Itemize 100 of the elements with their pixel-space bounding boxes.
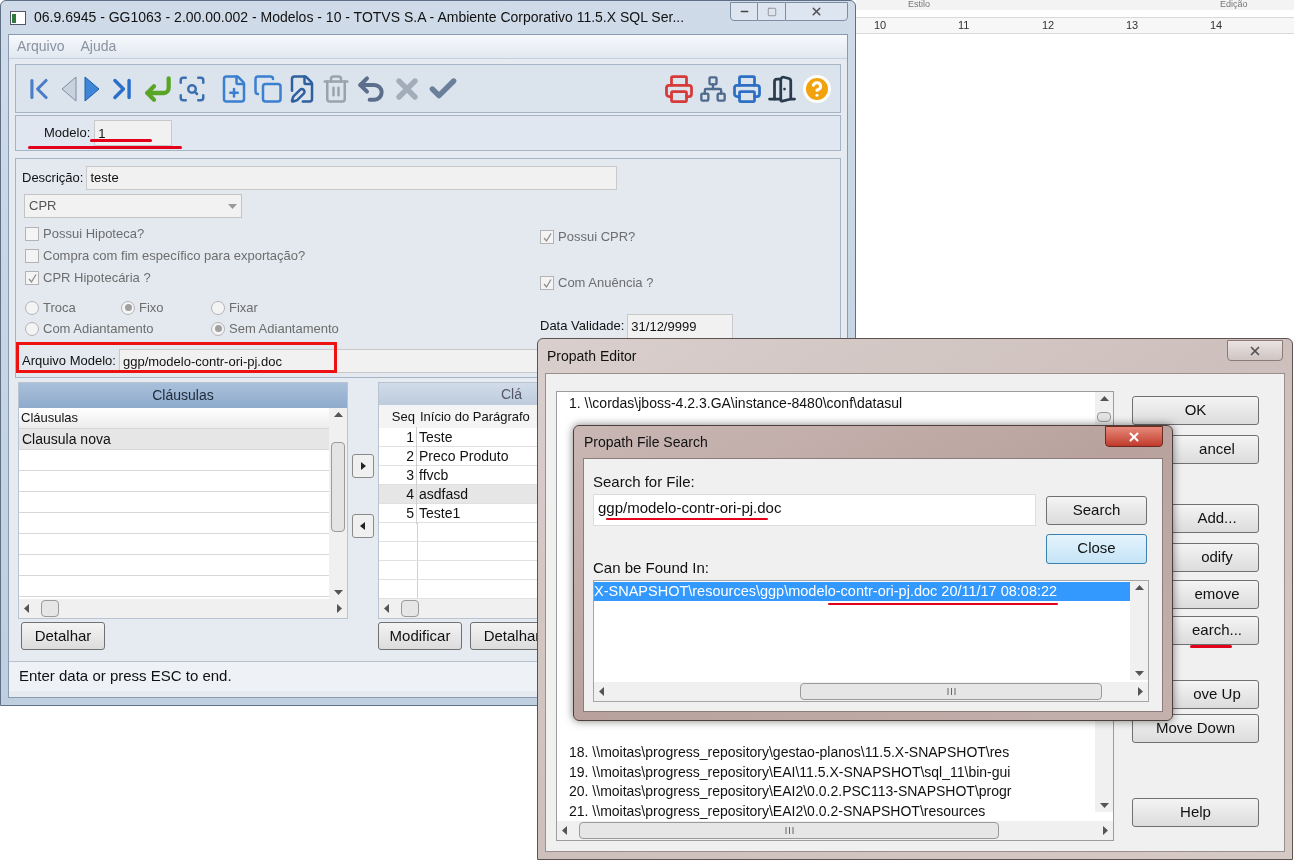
exit-door-icon[interactable] [767, 73, 797, 104]
ribbon-group-label: Edição [1220, 0, 1248, 9]
table-cell-text: ffvcb [418, 465, 449, 485]
horizontal-scrollbar[interactable] [19, 599, 347, 618]
button[interactable]: Modificar [378, 622, 462, 650]
checkbox[interactable] [25, 227, 39, 241]
horizontal-scrollbar[interactable] [594, 682, 1148, 701]
vertical-scrollbar[interactable] [1130, 581, 1148, 680]
checkbox[interactable] [25, 271, 39, 285]
grip-icon [784, 827, 794, 834]
move-right-button[interactable] [352, 454, 374, 478]
column-header: Cláusulas [19, 408, 329, 429]
help-icon[interactable] [802, 73, 832, 104]
status-text: Enter data or press ESC to end. [19, 666, 232, 687]
field-label: Descrição: [22, 168, 84, 187]
checkmark-icon [541, 231, 553, 243]
radio-button[interactable] [25, 321, 39, 336]
type-select[interactable]: CPR [24, 194, 242, 218]
radio-button[interactable] [121, 300, 135, 315]
ruler-number: 14 [1210, 18, 1224, 34]
table-cell-text: Preco Produto [418, 446, 509, 466]
app-icon [10, 10, 26, 25]
previous-icon[interactable] [59, 73, 79, 104]
checkbox-label: Possui Hipoteca? [43, 225, 145, 244]
list-item[interactable]: 21. \\moitas\progress_repository\EAI2\0.0.2-SNAPSHOT\resources [557, 801, 1095, 821]
column-header: Seq [390, 407, 416, 426]
printer-icon[interactable] [664, 73, 694, 104]
tree-icon[interactable] [699, 74, 727, 103]
button[interactable]: Detalhar [21, 622, 105, 650]
copy-icon[interactable] [253, 73, 283, 104]
scrollbar-thumb[interactable] [579, 822, 999, 839]
maximize-icon [766, 6, 777, 17]
button[interactable]: Search [1046, 495, 1147, 525]
scrollbar-thumb[interactable] [800, 683, 1102, 700]
ruler-number: 11 [958, 18, 971, 34]
caret-icon [228, 203, 237, 209]
close-icon [810, 5, 823, 18]
arrow-left-icon [561, 826, 567, 835]
close-button[interactable] [1105, 426, 1163, 447]
table-cell-text: Teste [418, 427, 453, 447]
arrow-down-icon [333, 590, 343, 596]
button[interactable]: OK [1132, 396, 1259, 425]
field-label: Arquivo Modelo: [22, 352, 116, 371]
arrow-left-icon [383, 604, 389, 613]
list-title: Clá [501, 384, 522, 404]
list-item[interactable]: 18. \\moitas\progress_repository\gestao-planos\11.5.X-SNAPSHOT\res [557, 742, 1095, 763]
search-field[interactable]: ggp/modelo-contr-ori-pj.doc [593, 493, 1036, 526]
checkbox-label: Possui CPR? [558, 228, 636, 247]
arrow-down-icon [1134, 671, 1144, 677]
minimize-button[interactable] [730, 2, 758, 21]
button[interactable]: Move Down [1132, 714, 1259, 743]
table-cell-text: Teste1 [418, 503, 461, 523]
table-cell: 5 [379, 502, 417, 524]
field-label: Can be Found In: [593, 557, 710, 578]
description-field[interactable]: teste [86, 165, 618, 190]
move-left-button[interactable] [352, 514, 374, 538]
list-item[interactable]: 19. \\moitas\progress_repository\EAI\11.5.X-SNAPSHOT\sql_11\bin-gui [557, 762, 1095, 782]
column-header: Início do Parágrafo [419, 407, 530, 426]
list-title: Cláusulas [152, 386, 214, 405]
arrow-right-icon [1103, 826, 1109, 835]
maximize-button[interactable] [758, 2, 785, 21]
radio-label: Fixo [139, 298, 164, 317]
date-field[interactable]: 31/12/9999 [627, 314, 734, 339]
ribbon-group-label: Estilo [908, 0, 930, 9]
checkbox[interactable] [540, 230, 554, 244]
horizontal-scrollbar[interactable] [557, 821, 1113, 840]
annotation-underline [90, 139, 152, 142]
list-item[interactable]: Clausula nova [19, 429, 329, 450]
radio-button[interactable] [25, 300, 39, 315]
arrow-up-icon [1099, 395, 1109, 401]
arrow-down-icon [1099, 803, 1109, 809]
ruler-number: 10 [874, 18, 888, 34]
vertical-scrollbar[interactable] [329, 408, 347, 599]
scrollbar-thumb[interactable] [1097, 412, 1111, 422]
list-item[interactable]: 20. \\moitas\progress_repository\EAI2\0.0.2.PSC113-SNAPSHOT\progr [557, 781, 1095, 802]
printer-icon[interactable] [732, 73, 762, 104]
arrow-right-icon [358, 461, 368, 471]
button[interactable]: Help [1132, 798, 1259, 827]
arrow-left-icon [598, 687, 604, 696]
scrollbar-thumb[interactable] [41, 600, 59, 617]
scrollbar-thumb[interactable] [401, 600, 419, 617]
checkbox-label: Com Anuência ? [558, 274, 654, 293]
scrollbar-thumb[interactable] [331, 442, 345, 532]
checkmark-icon [26, 272, 38, 284]
arrow-right-icon [1138, 687, 1144, 696]
arrow-right-icon [337, 604, 343, 613]
close-dialog-button[interactable]: Close [1046, 533, 1147, 564]
arrow-left-icon [23, 604, 29, 613]
ruler-number: 12 [1042, 18, 1056, 34]
checkbox[interactable] [25, 249, 39, 263]
radio-label: Troca [43, 298, 76, 317]
checkbox-label: CPR Hipotecária ? [43, 269, 151, 288]
radio-button[interactable] [211, 300, 225, 315]
radio-button[interactable] [211, 321, 225, 336]
next-icon[interactable] [82, 73, 102, 104]
checkbox-label: Compra com fim específico para exportação? [43, 247, 306, 266]
checkbox[interactable] [540, 276, 554, 290]
model-field[interactable]: 1 [94, 120, 173, 146]
list-item[interactable]: 1. \\cordas\jboss-4.2.3.GA\instance-8480\conf\datasul [557, 394, 1095, 414]
arrow-up-icon [1134, 584, 1144, 590]
